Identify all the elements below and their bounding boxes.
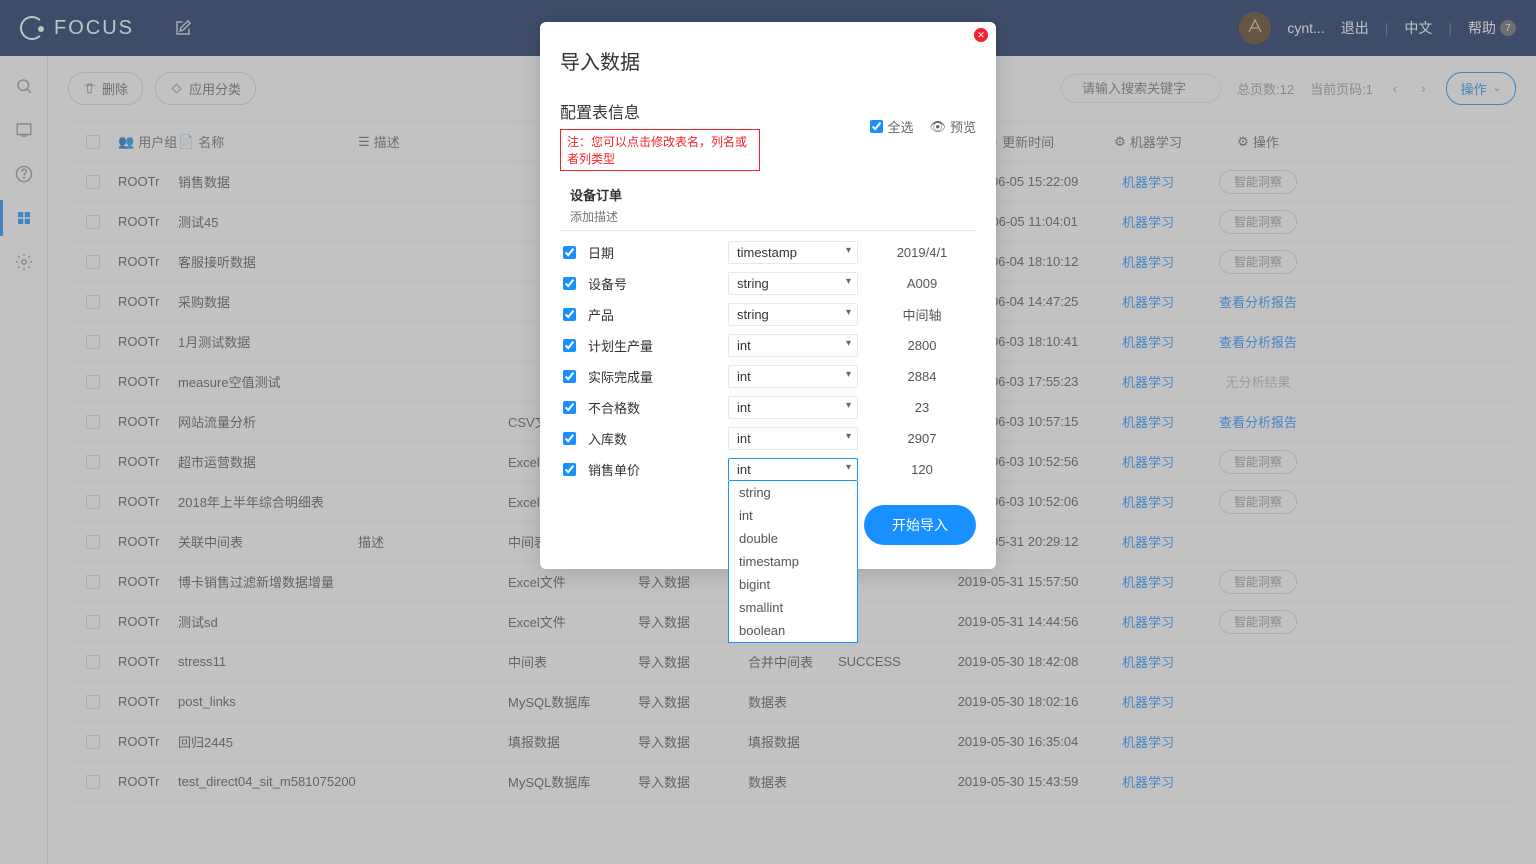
type-select[interactable]: string	[728, 303, 858, 326]
eye-icon: 👁	[929, 119, 946, 135]
field-row: 实际完成量 int 2884	[560, 361, 976, 392]
type-option[interactable]: smallint	[729, 596, 857, 619]
type-option[interactable]: string	[729, 481, 857, 504]
type-select[interactable]: int	[728, 334, 858, 357]
field-checkbox[interactable]	[563, 339, 576, 352]
field-checkbox[interactable]	[563, 401, 576, 414]
import-modal: ✕ 导入数据 配置表信息 注：您可以点击修改表名，列名或者列类型 全选 👁预览 …	[540, 22, 996, 569]
type-select[interactable]: int	[728, 365, 858, 388]
field-row: 产品 string 中间轴	[560, 299, 976, 330]
type-dropdown: stringintdoubletimestampbigintsmallintbo…	[728, 481, 858, 643]
field-row: 销售单价 intstringintdoubletimestampbigintsm…	[560, 454, 976, 485]
field-row: 设备号 string A009	[560, 268, 976, 299]
type-select[interactable]: int	[728, 396, 858, 419]
start-import-button[interactable]: 开始导入	[864, 505, 976, 545]
field-checkbox[interactable]	[563, 432, 576, 445]
field-name[interactable]: 产品	[588, 305, 718, 324]
field-sample: 120	[868, 462, 976, 477]
type-select[interactable]: timestamp	[728, 241, 858, 264]
close-icon[interactable]: ✕	[974, 28, 988, 42]
field-name[interactable]: 日期	[588, 243, 718, 262]
field-checkbox[interactable]	[563, 370, 576, 383]
field-name[interactable]: 实际完成量	[588, 367, 718, 386]
field-checkbox[interactable]	[563, 308, 576, 321]
field-sample: 2907	[868, 431, 976, 446]
field-sample: 2800	[868, 338, 976, 353]
field-row: 日期 timestamp 2019/4/1	[560, 237, 976, 268]
field-row: 计划生产量 int 2800	[560, 330, 976, 361]
type-option[interactable]: double	[729, 527, 857, 550]
field-sample: 2884	[868, 369, 976, 384]
field-name[interactable]: 不合格数	[588, 398, 718, 417]
select-all-checkbox[interactable]: 全选	[870, 117, 913, 136]
field-checkbox[interactable]	[563, 246, 576, 259]
field-sample: A009	[868, 276, 976, 291]
type-option[interactable]: int	[729, 504, 857, 527]
table-desc-input[interactable]	[560, 204, 976, 231]
field-name[interactable]: 设备号	[588, 274, 718, 293]
type-select[interactable]: int	[728, 427, 858, 450]
preview-button[interactable]: 👁预览	[929, 117, 976, 136]
field-sample: 中间轴	[868, 305, 976, 324]
field-sample: 2019/4/1	[868, 245, 976, 260]
field-sample: 23	[868, 400, 976, 415]
type-select[interactable]: int	[728, 458, 858, 481]
field-name[interactable]: 入库数	[588, 429, 718, 448]
modal-overlay[interactable]: ✕ 导入数据 配置表信息 注：您可以点击修改表名，列名或者列类型 全选 👁预览 …	[0, 0, 1536, 864]
modal-title: 导入数据	[560, 46, 976, 75]
field-name[interactable]: 销售单价	[588, 460, 718, 479]
field-checkbox[interactable]	[563, 463, 576, 476]
table-name-field[interactable]: 设备订单	[570, 185, 976, 204]
modal-subtitle: 配置表信息	[560, 99, 760, 123]
field-row: 入库数 int 2907	[560, 423, 976, 454]
field-row: 不合格数 int 23	[560, 392, 976, 423]
modal-hint: 注：您可以点击修改表名，列名或者列类型	[560, 129, 760, 171]
type-option[interactable]: boolean	[729, 619, 857, 642]
type-select[interactable]: string	[728, 272, 858, 295]
type-option[interactable]: timestamp	[729, 550, 857, 573]
type-option[interactable]: bigint	[729, 573, 857, 596]
field-checkbox[interactable]	[563, 277, 576, 290]
field-name[interactable]: 计划生产量	[588, 336, 718, 355]
